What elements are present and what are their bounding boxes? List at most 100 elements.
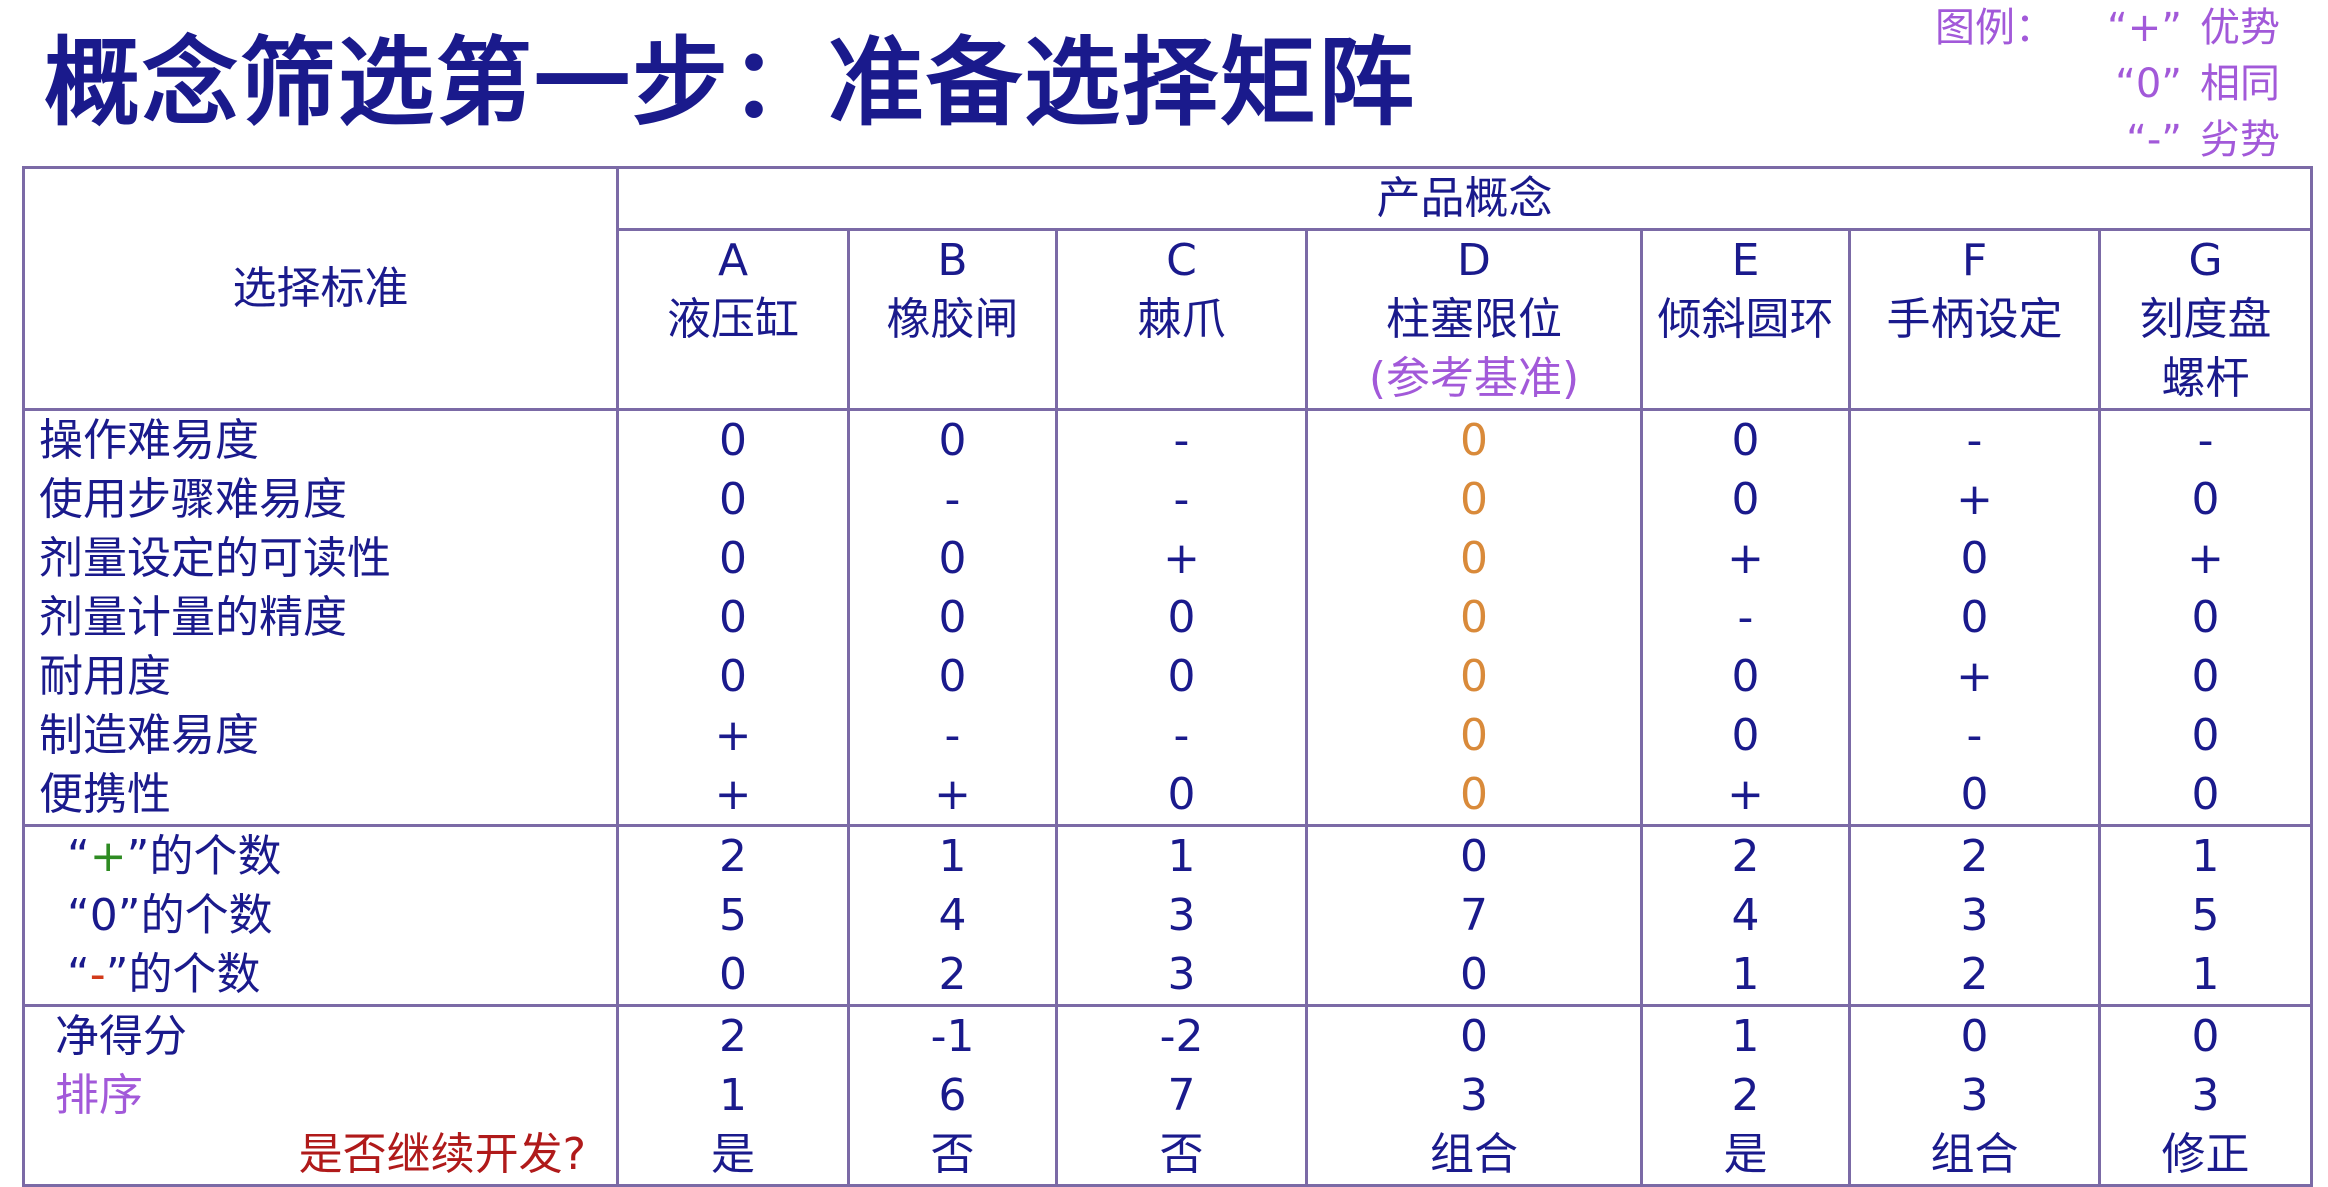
rating-cell: - bbox=[847, 470, 1058, 529]
concept-header-g: G 刻度盘螺杆 bbox=[2097, 229, 2314, 410]
count-row: “-”的个数 0 2 3 0 1 2 1 bbox=[22, 945, 2314, 1006]
quote-close: ” bbox=[126, 831, 150, 882]
count-cell: 1 bbox=[2097, 824, 2314, 886]
rank-cell: 3 bbox=[1848, 1066, 2101, 1125]
rating-cell: 0 bbox=[1640, 706, 1851, 765]
count-cell: 3 bbox=[1055, 886, 1308, 945]
concept-name: 刻度盘 bbox=[2139, 294, 2272, 345]
rank-cell: 3 bbox=[2097, 1066, 2314, 1125]
concept-letter: F bbox=[1961, 235, 1988, 286]
continue-cell: 否 bbox=[1055, 1125, 1308, 1186]
criterion-row: 操作难易度 0 0-0 0- - bbox=[22, 409, 2314, 470]
page-title: 概念筛选第一步：准备选择矩阵 bbox=[44, 27, 1416, 139]
rating-cell: 0 bbox=[2097, 765, 2314, 826]
rating-cell: + bbox=[616, 706, 850, 765]
rating-cell: 0 bbox=[1848, 765, 2101, 826]
legend-row-minus: “-” 劣势 bbox=[1935, 112, 2280, 168]
rating-cell: 0 bbox=[847, 588, 1058, 647]
count-row: “0”的个数 5 4 3 7 4 3 5 bbox=[22, 886, 2314, 945]
quote-open: “ bbox=[67, 949, 90, 1000]
count-cell: 2 bbox=[1848, 824, 2101, 886]
rating-cell: 0 bbox=[2097, 647, 2314, 706]
count-cell: 4 bbox=[1640, 886, 1851, 945]
matrix-body: 选择标准 产品概念 A 液压缸 B 橡胶闸 C 棘爪 D 柱塞限位 (参考基准) E 倾斜圆环 F 手柄… bbox=[22, 167, 2314, 1186]
count-cell: 2 bbox=[1640, 824, 1851, 886]
rating-cell: - bbox=[1055, 706, 1308, 765]
count-suffix: 的个数 bbox=[149, 831, 282, 882]
rating-cell: - bbox=[1848, 409, 2101, 470]
legend: 图例： “+” 优势 “0” 相同 “-” 劣势 bbox=[1935, 0, 2280, 168]
quote-open: “ bbox=[67, 831, 90, 882]
legend-text: 优势 bbox=[2200, 5, 2280, 51]
rating-cell: 0 bbox=[1640, 409, 1851, 470]
criterion-name: 便携性 bbox=[22, 765, 619, 826]
continue-cell: 修正 bbox=[2097, 1125, 2314, 1186]
criterion-name: 操作难易度 bbox=[22, 409, 619, 470]
rating-cell: + bbox=[847, 765, 1058, 826]
rating-cell: + bbox=[1848, 647, 2101, 706]
count-cell: 0 bbox=[616, 945, 850, 1006]
criterion-row: 剂量计量的精度 0 0 0 0-0 0 bbox=[22, 588, 2314, 647]
rank-cell: 7 bbox=[1055, 1066, 1308, 1125]
net-score-cell: 0 bbox=[1305, 1004, 1643, 1066]
legend-symbol: “0” bbox=[2115, 61, 2182, 107]
continue-cell: 否 bbox=[847, 1125, 1058, 1186]
rating-cell: 0 bbox=[1305, 647, 1643, 706]
criterion-row: 剂量设定的可读性 0 0 +0 +0 + bbox=[22, 529, 2314, 588]
rating-cell: 0 bbox=[847, 529, 1058, 588]
count-cell: 1 bbox=[847, 824, 1058, 886]
rating-cell: 0 bbox=[616, 470, 850, 529]
count-symbol: + bbox=[89, 831, 127, 882]
concept-name: 液压缸 bbox=[667, 294, 799, 345]
net-score-label: 净得分 bbox=[22, 1004, 619, 1066]
criterion-row: 制造难易度 + - -0 0-0 bbox=[22, 706, 2314, 765]
rating-cell: 0 bbox=[1055, 647, 1308, 706]
count-symbol: 0 bbox=[89, 890, 118, 941]
count-cell: 0 bbox=[1305, 824, 1643, 886]
concept-name-line2: 螺杆 bbox=[2161, 353, 2250, 404]
concept-letter: E bbox=[1731, 235, 1760, 286]
count-suffix: 的个数 bbox=[128, 949, 261, 1000]
rating-cell: 0 bbox=[1305, 765, 1643, 826]
count-cell: 5 bbox=[2097, 886, 2314, 945]
concept-name: 倾斜圆环 bbox=[1657, 294, 1834, 345]
rating-cell: 0 bbox=[616, 409, 850, 470]
rating-cell: 0 bbox=[616, 529, 850, 588]
concept-header-a: A 液压缸 bbox=[616, 229, 850, 410]
quote-close: ” bbox=[117, 890, 141, 941]
count-cell: 5 bbox=[616, 886, 850, 945]
concept-note: (参考基准) bbox=[1368, 353, 1580, 404]
rating-cell: - bbox=[847, 706, 1058, 765]
rating-cell: + bbox=[616, 765, 850, 826]
concept-letter: D bbox=[1457, 235, 1491, 286]
criterion-name: 耐用度 bbox=[22, 647, 619, 706]
rating-cell: 0 bbox=[1055, 588, 1308, 647]
criterion-name: 剂量设定的可读性 bbox=[22, 529, 619, 588]
rating-cell: + bbox=[1055, 529, 1308, 588]
concept-letter: G bbox=[2188, 235, 2223, 286]
group-header: 产品概念 bbox=[615, 167, 2314, 231]
rank-cell: 3 bbox=[1305, 1066, 1643, 1125]
rating-cell: 0 bbox=[1640, 647, 1851, 706]
count-cell: 3 bbox=[1848, 886, 2101, 945]
selection-matrix: 选择标准 产品概念 A 液压缸 B 橡胶闸 C 棘爪 D 柱塞限位 (参考基准) E 倾斜圆环 F 手柄… bbox=[22, 166, 2314, 1187]
rating-cell: 0 bbox=[1305, 588, 1643, 647]
rating-cell: 0 bbox=[1305, 529, 1643, 588]
rating-cell: 0 bbox=[1848, 529, 2101, 588]
criterion-row: 便携性 + +0 0 +0 0 bbox=[22, 765, 2314, 826]
rating-cell: 0 bbox=[1305, 470, 1643, 529]
net-score-cell: 2 bbox=[616, 1004, 850, 1066]
count-cell: 1 bbox=[1640, 945, 1851, 1006]
rating-cell: 0 bbox=[1055, 765, 1308, 826]
header-group-row: 选择标准 产品概念 bbox=[22, 167, 2314, 411]
continue-cell: 是 bbox=[616, 1125, 850, 1186]
rating-cell: 0 bbox=[2097, 470, 2314, 529]
legend-text: 相同 bbox=[2200, 61, 2280, 107]
rating-cell: 0 bbox=[847, 647, 1058, 706]
count-cell: 1 bbox=[2097, 945, 2314, 1006]
rating-cell: 0 bbox=[847, 409, 1058, 470]
rating-cell: 0 bbox=[2097, 588, 2314, 647]
count-label: “+”的个数 bbox=[22, 824, 619, 886]
criterion-row: 耐用度 0 0 0 0 0 +0 bbox=[22, 647, 2314, 706]
concept-letter: C bbox=[1166, 235, 1197, 286]
